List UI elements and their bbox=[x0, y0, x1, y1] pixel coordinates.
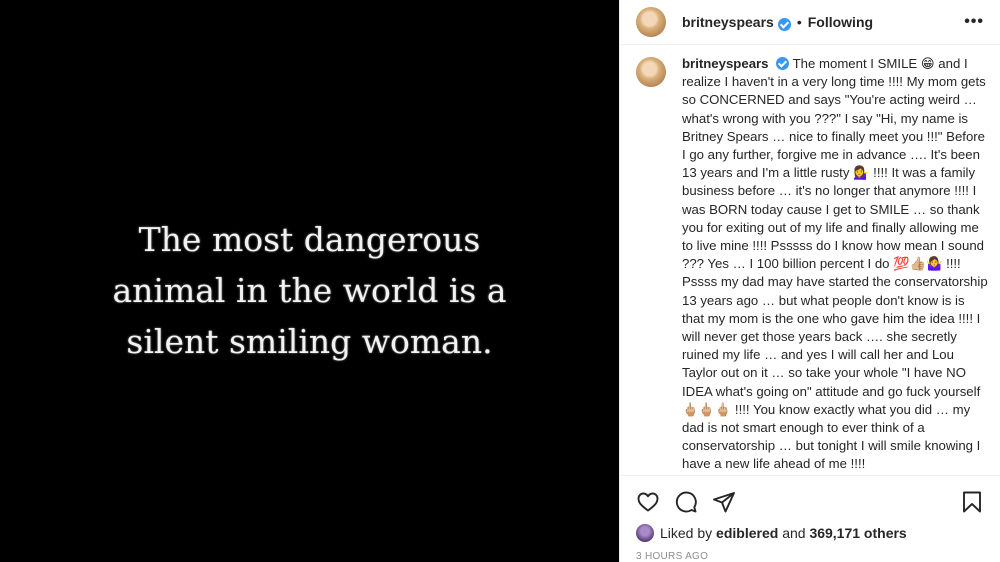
caption: britneyspears The moment I SMILE 😁 and I… bbox=[682, 55, 990, 474]
caption-text: The moment I SMILE 😁 and I realize I hav… bbox=[682, 56, 988, 472]
caption-verified-badge-icon bbox=[776, 57, 790, 70]
caption-avatar[interactable] bbox=[636, 57, 666, 87]
post-image[interactable]: The most dangerous animal in the world i… bbox=[0, 0, 619, 562]
action-icon-row bbox=[636, 484, 984, 520]
likes-summary: Liked by ediblered and 369,171 others bbox=[636, 524, 984, 542]
likes-count-link[interactable]: 369,171 others bbox=[809, 525, 906, 541]
separator-dot: • bbox=[796, 14, 802, 30]
more-options-icon[interactable]: ••• bbox=[964, 13, 984, 31]
image-quote-text: The most dangerous animal in the world i… bbox=[112, 219, 507, 361]
heart-icon[interactable] bbox=[636, 490, 660, 514]
following-button[interactable]: Following bbox=[808, 14, 873, 30]
post-timestamp[interactable]: 3 HOURS AGO bbox=[636, 551, 984, 562]
liker-username[interactable]: ediblered bbox=[716, 525, 778, 541]
caption-section: britneyspears The moment I SMILE 😁 and I… bbox=[620, 45, 1000, 474]
bookmark-icon[interactable] bbox=[960, 490, 984, 514]
likes-conjunction: and bbox=[782, 525, 806, 541]
post-header: britneyspears • Following ••• bbox=[620, 0, 1000, 45]
verified-badge-icon bbox=[777, 17, 791, 31]
comment-icon[interactable] bbox=[674, 490, 698, 514]
post-side-panel: britneyspears • Following ••• britneyspe… bbox=[619, 0, 1000, 562]
liker-avatar[interactable] bbox=[636, 524, 654, 542]
header-username[interactable]: britneyspears bbox=[682, 14, 774, 30]
likes-prefix: Liked by bbox=[660, 525, 713, 541]
avatar[interactable] bbox=[636, 7, 666, 37]
caption-username[interactable]: britneyspears bbox=[682, 56, 769, 71]
post-actions: Liked by ediblered and 369,171 others 3 … bbox=[620, 475, 1000, 562]
instagram-post: The most dangerous animal in the world i… bbox=[0, 0, 1000, 562]
share-icon[interactable] bbox=[712, 490, 736, 514]
